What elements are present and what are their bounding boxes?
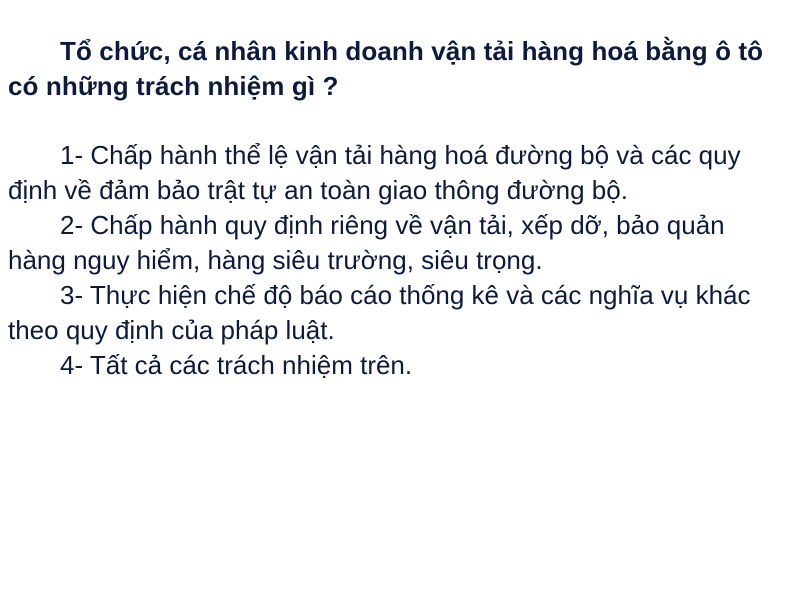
answer-option-1: 1- Chấp hành thể lệ vận tải hàng hoá đườ… [8, 140, 741, 205]
answer-list: 1- Chấp hành thể lệ vận tải hàng hoá đườ… [8, 138, 776, 383]
slide-page: Tổ chức, cá nhân kinh doanh vận tải hàng… [0, 0, 800, 600]
answer-option-2: 2- Chấp hành quy định riêng về vận tải, … [8, 210, 725, 275]
question-text: Tổ chức, cá nhân kinh doanh vận tải hàng… [8, 36, 764, 101]
answer-option-4: 4- Tất cả các trách nhiệm trên. [60, 350, 413, 380]
answer-option-3: 3- Thực hiện chế độ báo cáo thống kê và … [8, 280, 751, 345]
